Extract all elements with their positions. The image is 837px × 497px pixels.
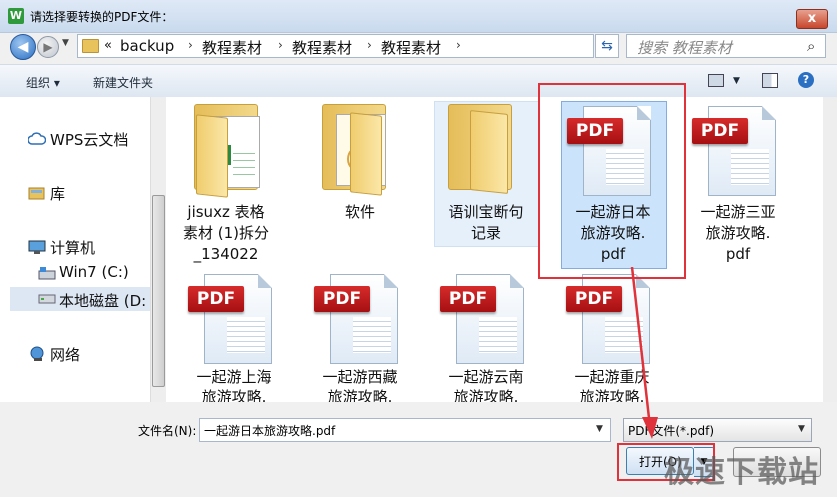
file-label: 记录	[470, 224, 501, 242]
help-icon[interactable]: ?	[798, 72, 814, 88]
file-label: 旅游攻略.	[453, 388, 519, 402]
file-label: 素材 (1)拆分	[182, 224, 270, 242]
breadcrumb-separator[interactable]: ›	[456, 38, 461, 52]
breadcrumb-overflow[interactable]: «	[104, 38, 112, 53]
breadcrumb-item[interactable]: backup	[120, 37, 174, 55]
file-label: 语训宝断句	[448, 203, 524, 221]
file-label: 软件	[344, 203, 375, 221]
filename-value: 一起游日本旅游攻略.pdf	[204, 424, 336, 438]
filename-input[interactable]: 一起游日本旅游攻略.pdf ▼	[199, 418, 611, 442]
window-title: 请选择要转换的PDF文件：	[30, 10, 174, 24]
search-box[interactable]: 搜索 教程素材 ⌕	[626, 34, 826, 58]
sidebar-item-drive-c[interactable]: Win7 (C:)	[59, 263, 129, 281]
file-item-pdf-sanya[interactable]: PDF 一起游三亚 旅游攻略. pdf	[678, 100, 798, 270]
change-view-icon[interactable]	[708, 74, 724, 87]
pdf-badge: PDF	[188, 286, 244, 312]
breadcrumb-separator[interactable]: ›	[278, 38, 283, 52]
nav-scrollbar-thumb[interactable]	[152, 195, 165, 387]
file-label: _134022	[193, 245, 259, 263]
refresh-icon: ⇆	[601, 38, 613, 54]
file-item-folder-yuxunbao[interactable]: 语训宝断句 记录	[426, 100, 546, 250]
network-icon	[28, 346, 46, 365]
search-icon[interactable]: ⌕	[807, 37, 815, 55]
pdf-badge: PDF	[692, 118, 748, 144]
organize-button[interactable]: 组织 ▾	[26, 74, 60, 91]
recent-locations-dropdown[interactable]: ▼	[62, 38, 69, 48]
file-item-folder-jisuxz[interactable]: X jisuxz 表格 素材 (1)拆分 _134022	[166, 100, 286, 270]
file-label: 旅游攻略.	[705, 224, 771, 242]
breadcrumb-separator[interactable]: ›	[188, 38, 193, 52]
folder-front	[196, 114, 228, 198]
sidebar-item-library[interactable]: 库	[50, 183, 65, 204]
file-item-pdf-xizang[interactable]: PDF 一起游西藏 旅游攻略.	[300, 268, 420, 402]
file-list-scrollbar[interactable]	[823, 97, 837, 402]
folder-front	[350, 112, 382, 196]
file-label: 一起游西藏	[322, 368, 398, 386]
watermark: 极速下载站	[664, 455, 819, 490]
file-label: 旅游攻略.	[201, 388, 267, 402]
chevron-down-icon[interactable]: ▼	[596, 424, 603, 434]
disk-icon	[38, 293, 56, 308]
library-icon	[28, 186, 46, 203]
breadcrumb-separator[interactable]: ›	[367, 38, 372, 52]
breadcrumb-item[interactable]: 教程素材	[292, 37, 352, 58]
wps-app-icon: W	[8, 8, 24, 24]
computer-icon	[28, 240, 46, 258]
pdf-badge: PDF	[566, 286, 622, 312]
cloud-icon	[27, 132, 47, 149]
arrow-right-icon: ▶	[43, 40, 53, 54]
file-item-pdf-shanghai[interactable]: PDF 一起游上海 旅游攻略.	[174, 268, 294, 402]
title-bar: W 请选择要转换的PDF文件： x	[0, 0, 837, 33]
chevron-down-icon[interactable]: ▼	[798, 424, 805, 434]
search-placeholder: 搜索 教程素材	[637, 39, 732, 57]
sidebar-item-network[interactable]: 网络	[50, 344, 80, 365]
pdf-badge: PDF	[440, 286, 496, 312]
new-folder-button[interactable]: 新建文件夹	[93, 74, 153, 91]
file-item-pdf-yunnan[interactable]: PDF 一起游云南 旅游攻略.	[426, 268, 546, 402]
address-bar[interactable]: « backup › 教程素材 › 教程素材 › 教程素材 ›	[77, 34, 594, 58]
file-label: 一起游上海	[196, 368, 272, 386]
breadcrumb-item[interactable]: 教程素材	[202, 37, 262, 58]
filename-label: 文件名(N):	[138, 424, 197, 438]
forward-button[interactable]: ▶	[37, 36, 59, 58]
folder-icon	[82, 39, 99, 53]
command-toolbar: 组织 ▾ 新建文件夹 ▼ ?	[0, 64, 837, 98]
annotation-highlight-box	[538, 83, 686, 279]
file-label: 一起游三亚	[700, 203, 776, 221]
close-button[interactable]: x	[796, 9, 828, 29]
sidebar-item-computer[interactable]: 计算机	[50, 237, 95, 258]
file-label: jisuxz 表格	[187, 203, 265, 221]
sidebar-item-wps-cloud[interactable]: WPS云文档	[50, 129, 128, 150]
file-label: 一起游云南	[448, 368, 524, 386]
folder-front	[470, 110, 508, 194]
file-label: pdf	[725, 245, 751, 263]
view-dropdown-arrow[interactable]: ▼	[733, 76, 740, 86]
preview-pane-icon[interactable]	[762, 73, 778, 88]
annotation-arrow	[630, 267, 658, 439]
file-label: 旅游攻略.	[327, 388, 393, 402]
file-item-folder-software[interactable]: 软件	[300, 100, 420, 240]
refresh-button[interactable]: ⇆	[595, 34, 619, 58]
sidebar-item-drive-d[interactable]: 本地磁盘 (D:	[59, 290, 146, 311]
drive-icon	[38, 266, 56, 283]
arrow-left-icon: ◀	[17, 39, 29, 55]
pdf-badge: PDF	[314, 286, 370, 312]
back-button[interactable]: ◀	[10, 34, 36, 60]
breadcrumb-item[interactable]: 教程素材	[381, 37, 441, 58]
